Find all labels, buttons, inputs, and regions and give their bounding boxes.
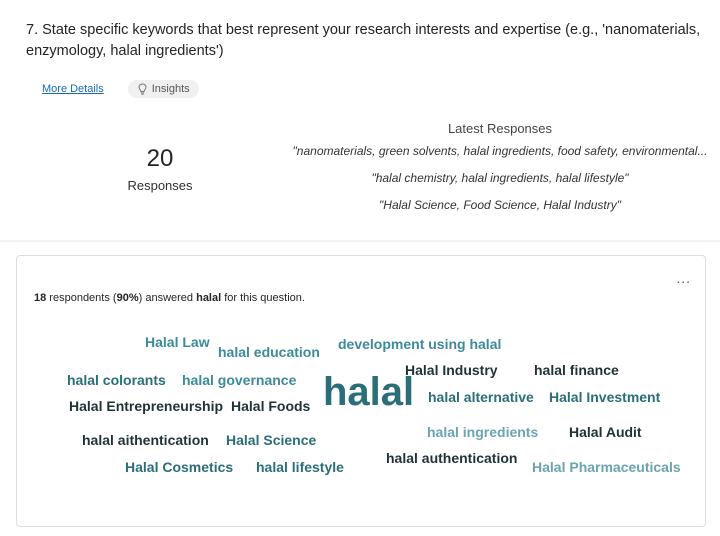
- question-actions: More Details Insights: [42, 80, 199, 98]
- word-cloud-term[interactable]: halal ingredients: [427, 424, 538, 440]
- word-cloud-term[interactable]: Halal Investment: [549, 389, 660, 405]
- word-cloud-term[interactable]: halal finance: [534, 362, 619, 378]
- word-cloud-term[interactable]: Halal Law: [145, 334, 210, 350]
- insights-label: Insights: [151, 83, 190, 95]
- word-cloud-card: ... 18 respondents (90%) answered halal …: [16, 255, 706, 527]
- lightbulb-icon: [137, 83, 148, 95]
- word-cloud-term[interactable]: halal authentication: [386, 450, 517, 466]
- word-cloud-term[interactable]: Halal Science: [226, 432, 316, 448]
- more-details-link[interactable]: More Details: [42, 83, 104, 95]
- response-count-label: Responses: [127, 178, 193, 193]
- word-cloud-term[interactable]: halal colorants: [67, 372, 166, 388]
- response-count-value: 20: [146, 145, 174, 172]
- word-cloud-term[interactable]: halal alternative: [428, 389, 534, 405]
- latest-response-item[interactable]: "halal chemistry, halal ingredients, hal…: [290, 171, 710, 186]
- latest-response-item[interactable]: "Halal Science, Food Science, Halal Indu…: [290, 198, 710, 213]
- section-divider: [0, 240, 720, 242]
- response-count: 20 Responses: [110, 144, 210, 193]
- insights-button[interactable]: Insights: [127, 80, 199, 98]
- word-cloud-term[interactable]: Halal Audit: [569, 424, 642, 440]
- word-cloud-term[interactable]: Halal Cosmetics: [125, 459, 233, 475]
- word-cloud-term[interactable]: halal governance: [182, 372, 296, 388]
- word-cloud-term[interactable]: halal lifestyle: [256, 459, 344, 475]
- word-cloud: Halal Law halal education development usin…: [17, 256, 707, 528]
- word-cloud-term[interactable]: halal aithentication: [82, 432, 209, 448]
- latest-responses-title: Latest Responses: [447, 121, 553, 136]
- word-cloud-term[interactable]: Halal Entrepreneurship: [69, 398, 223, 414]
- question-title: 7. State specific keywords that best rep…: [26, 22, 701, 59]
- word-cloud-term[interactable]: Halal Foods: [231, 398, 310, 414]
- word-cloud-term[interactable]: halal education: [218, 344, 320, 360]
- word-cloud-term[interactable]: Halal Pharmaceuticals: [532, 459, 681, 475]
- word-cloud-term[interactable]: development using halal: [338, 336, 501, 352]
- latest-responses: Latest Responses "nanomaterials, green s…: [290, 121, 710, 225]
- word-cloud-term[interactable]: halal: [323, 372, 414, 412]
- forms-results-page: 7. State specific keywords that best rep…: [0, 0, 720, 536]
- latest-response-item[interactable]: "nanomaterials, green solvents, halal in…: [290, 144, 710, 159]
- word-cloud-term[interactable]: Halal Industry: [405, 362, 498, 378]
